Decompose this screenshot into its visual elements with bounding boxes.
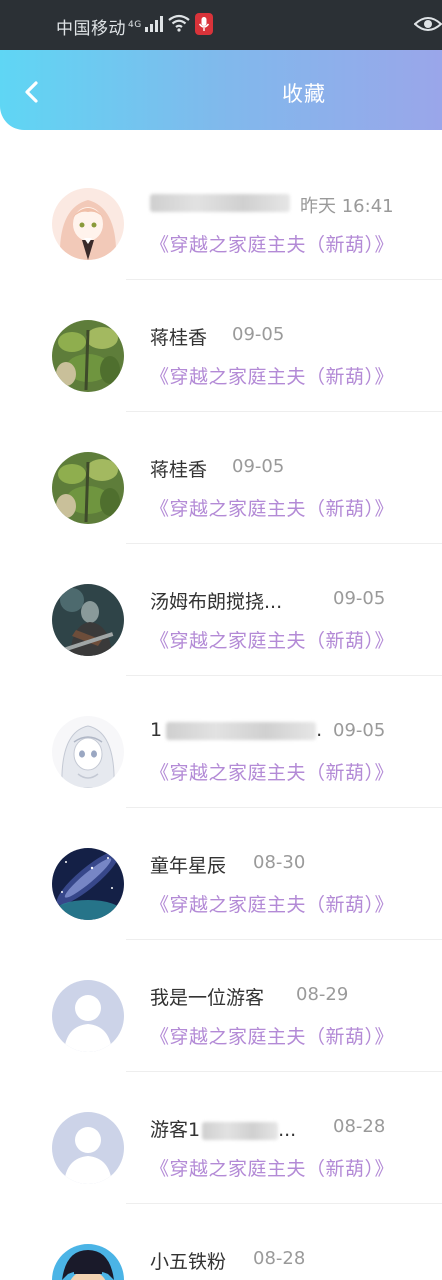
anime-sketch-avatar-icon: [52, 716, 124, 788]
avatar[interactable]: [52, 452, 124, 524]
list-item[interactable]: 1. 09-05 《穿越之家庭主夫（新葫）》: [0, 676, 442, 808]
redacted-username: [150, 193, 290, 212]
book-title-link[interactable]: 《穿越之家庭主夫（新葫）》: [150, 1154, 394, 1181]
list-item[interactable]: 蒋桂香 09-05 《穿越之家庭主夫（新葫）》: [0, 280, 442, 412]
list-item[interactable]: 蒋桂香 09-05 《穿越之家庭主夫（新葫）》: [0, 412, 442, 544]
username: [150, 191, 290, 213]
plant-avatar-icon: [52, 320, 124, 392]
microphone-icon: [195, 13, 213, 35]
list-item[interactable]: 汤姆布朗搅挠... 09-05 《穿越之家庭主夫（新葫）》: [0, 544, 442, 676]
avatar[interactable]: [52, 716, 124, 788]
timestamp: 昨天 16:41: [300, 196, 394, 217]
username: 我是一位游客: [150, 987, 265, 1009]
username: 小五铁粉: [150, 1251, 227, 1273]
network-type: 4G: [128, 20, 142, 31]
warrior-avatar-icon: [52, 584, 124, 656]
back-button[interactable]: [12, 72, 52, 112]
avatar[interactable]: [52, 980, 124, 1052]
header-bar: 收藏: [0, 50, 442, 130]
timestamp: 09-05: [333, 588, 386, 609]
username: 蒋桂香: [150, 327, 208, 349]
username: 1.: [150, 719, 323, 741]
avatar[interactable]: [52, 188, 124, 260]
avatar[interactable]: [52, 848, 124, 920]
avatar[interactable]: [52, 320, 124, 392]
carrier-label: 中国移动 4G: [56, 14, 142, 39]
list-item[interactable]: 我是一位游客 08-29 《穿越之家庭主夫（新葫）》: [0, 940, 442, 1072]
timestamp: 08-28: [253, 1248, 306, 1269]
signal-icon: [145, 16, 163, 32]
timestamp: 09-05: [232, 456, 285, 477]
username: 童年星辰: [150, 855, 227, 877]
book-title-link[interactable]: 《穿越之家庭主夫（新葫）》: [150, 890, 394, 917]
list-item[interactable]: 昨天 16:41 《穿越之家庭主夫（新葫）》: [0, 148, 442, 280]
book-title-link[interactable]: 《穿越之家庭主夫（新葫）》: [150, 230, 394, 257]
avatar[interactable]: [52, 1112, 124, 1184]
anime-girl-avatar-icon: [52, 188, 124, 260]
avatar[interactable]: [52, 584, 124, 656]
avatar[interactable]: [52, 1244, 124, 1280]
eye-icon: [414, 17, 442, 31]
username: 汤姆布朗搅挠...: [150, 591, 283, 613]
book-title-link[interactable]: 《穿越之家庭主夫（新葫）》: [150, 626, 394, 653]
wifi-icon: [168, 14, 190, 32]
galaxy-avatar-icon: [52, 848, 124, 920]
carrier-name: 中国移动: [56, 19, 126, 39]
list-item[interactable]: 小五铁粉 08-28: [0, 1204, 442, 1280]
book-title-link[interactable]: 《穿越之家庭主夫（新葫）》: [150, 758, 394, 785]
timestamp: 08-29: [296, 984, 349, 1005]
book-title-link[interactable]: 《穿越之家庭主夫（新葫）》: [150, 494, 394, 521]
username: 游客1...: [150, 1119, 297, 1141]
default-person-avatar-icon: [52, 1112, 124, 1184]
redacted-username: [166, 721, 317, 740]
status-bar: 中国移动 4G: [0, 0, 442, 50]
username: 蒋桂香: [150, 459, 208, 481]
cartoon-avatar-icon: [52, 1244, 124, 1280]
favorites-list: 昨天 16:41 《穿越之家庭主夫（新葫）》 蒋桂香 09-05 《穿越之家庭主…: [0, 148, 442, 1280]
redacted-username: [202, 1121, 279, 1140]
book-title-link[interactable]: 《穿越之家庭主夫（新葫）》: [150, 362, 394, 389]
chevron-left-icon: [25, 81, 38, 103]
default-person-avatar-icon: [52, 980, 124, 1052]
timestamp: 09-05: [333, 720, 386, 741]
book-title-link[interactable]: 《穿越之家庭主夫（新葫）》: [150, 1022, 394, 1049]
list-item[interactable]: 游客1... 08-28 《穿越之家庭主夫（新葫）》: [0, 1072, 442, 1204]
timestamp: 09-05: [232, 324, 285, 345]
list-item[interactable]: 童年星辰 08-30 《穿越之家庭主夫（新葫）》: [0, 808, 442, 940]
favorites-page: 中国移动 4G 收藏 昨天 16:41 《穿越之家庭主夫（新葫）》 蒋桂香 09…: [0, 0, 442, 1280]
page-title: 收藏: [282, 82, 326, 106]
plant-avatar-icon: [52, 452, 124, 524]
timestamp: 08-30: [253, 852, 306, 873]
timestamp: 08-28: [333, 1116, 386, 1137]
